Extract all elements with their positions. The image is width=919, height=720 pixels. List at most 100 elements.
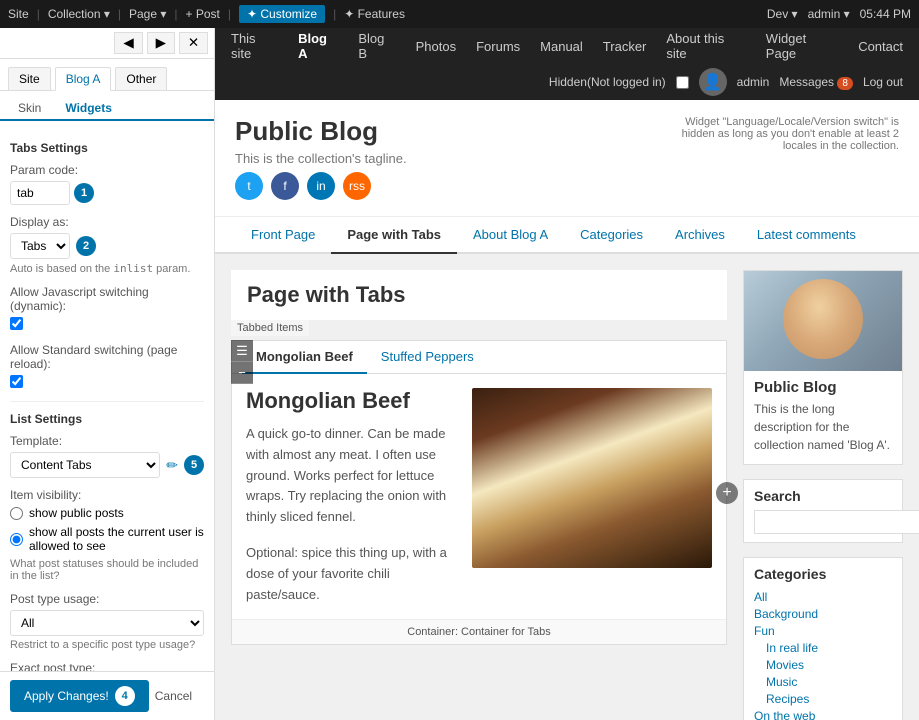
site-nav: This site Blog A Blog B Photos Forums Ma…: [215, 28, 919, 64]
recipe-image: [472, 388, 712, 568]
overlay-edit-icon[interactable]: ☰: [231, 340, 253, 362]
std-switch-field: Allow Standard switching (page reload):: [10, 343, 204, 391]
template-edit-icon[interactable]: ✏: [166, 457, 178, 474]
nav-manual[interactable]: Manual: [540, 39, 583, 54]
std-switch-checkbox[interactable]: [10, 375, 23, 388]
badge-4: 4: [115, 686, 135, 706]
facebook-icon[interactable]: f: [271, 172, 299, 200]
post-type-label: Post type usage:: [10, 592, 204, 606]
twitter-icon[interactable]: t: [235, 172, 263, 200]
tabs-widget-wrapper: Tabbed Items ☰ − Mongolian Beef Stuffed …: [231, 340, 727, 645]
widgets-tab[interactable]: Widgets: [55, 97, 122, 121]
apply-changes-button[interactable]: Apply Changes! 4: [10, 680, 149, 712]
blog-header: Public Blog This is the collection's tag…: [215, 100, 919, 217]
skin-tab[interactable]: Skin: [8, 97, 51, 119]
cat-fun[interactable]: Fun: [754, 624, 892, 638]
js-switch-checkbox[interactable]: [10, 317, 23, 330]
customize-link[interactable]: ✦ Customize: [239, 5, 325, 23]
overlay-controls: ☰ −: [231, 340, 253, 384]
nav-photos[interactable]: Photos: [416, 39, 456, 54]
cat-movies[interactable]: Movies: [754, 658, 892, 672]
template-label: Template:: [10, 434, 204, 448]
nav-forward-button[interactable]: ▶: [147, 32, 175, 54]
nav-archives[interactable]: Archives: [659, 217, 741, 254]
add-widget-icon[interactable]: +: [716, 482, 738, 504]
blog-title: Public Blog: [235, 116, 407, 147]
nav-forums[interactable]: Forums: [476, 39, 520, 54]
all-posts-label: show all posts the current user is allow…: [29, 525, 204, 553]
blog-nav: Front Page Page with Tabs About Blog A C…: [215, 217, 919, 254]
other-tab[interactable]: Other: [115, 67, 167, 90]
search-input[interactable]: [754, 510, 919, 534]
sidebar-footer: Apply Changes! 4 Cancel: [0, 671, 214, 720]
cat-recipes[interactable]: Recipes: [754, 692, 892, 706]
display-as-label: Display as:: [10, 215, 204, 229]
cat-music[interactable]: Music: [754, 675, 892, 689]
nav-this-site[interactable]: This site: [231, 31, 278, 61]
template-select[interactable]: Content Tabs: [10, 452, 160, 478]
recipe-desc-1: A quick go-to dinner. Can be made with a…: [246, 424, 458, 528]
nav-page-with-tabs[interactable]: Page with Tabs: [331, 217, 457, 254]
recipe-desc-2: Optional: spice this thing up, with a do…: [246, 543, 458, 605]
categories-title: Categories: [754, 566, 892, 582]
badge-1: 1: [74, 183, 94, 203]
nav-contact[interactable]: Contact: [858, 39, 903, 54]
admin-link[interactable]: admin: [737, 75, 770, 89]
collection-menu[interactable]: Collection ▾: [48, 7, 110, 21]
cat-in-real-life[interactable]: In real life: [754, 641, 892, 655]
page-title-area: Page with Tabs: [231, 270, 727, 320]
rss-icon[interactable]: rss: [343, 172, 371, 200]
param-code-input[interactable]: [10, 181, 70, 205]
messages-badge: 8: [837, 77, 853, 90]
main-content: This site Blog A Blog B Photos Forums Ma…: [215, 28, 919, 720]
admin-menu[interactable]: admin ▾: [808, 7, 850, 21]
search-row: Search: [754, 510, 892, 534]
nav-widget-page[interactable]: Widget Page: [766, 31, 838, 61]
features-link[interactable]: ✦ Features: [344, 7, 405, 21]
nav-latest-comments[interactable]: Latest comments: [741, 217, 872, 254]
nav-back-button[interactable]: ◀: [114, 32, 142, 54]
overlay-minus-icon[interactable]: −: [231, 362, 253, 384]
cat-all[interactable]: All: [754, 590, 892, 604]
nav-tracker[interactable]: Tracker: [603, 39, 647, 54]
admin-time: 05:44 PM: [860, 7, 911, 21]
tabs-header: Mongolian Beef Stuffed Peppers: [232, 341, 726, 374]
all-posts-radio[interactable]: [10, 533, 23, 546]
categories-widget: Categories All Background Fun In real li…: [743, 557, 903, 720]
tab-stuffed-peppers[interactable]: Stuffed Peppers: [367, 341, 488, 374]
recipe-title: Mongolian Beef: [246, 388, 458, 414]
close-button[interactable]: ✕: [179, 32, 208, 54]
js-switch-label: Allow Javascript switching (dynamic):: [10, 285, 204, 313]
logout-link[interactable]: Log out: [863, 75, 903, 89]
type-tabs: Skin Widgets: [0, 91, 214, 121]
post-type-field: Post type usage: All Restrict to a speci…: [10, 592, 204, 651]
cat-on-the-web[interactable]: On the web: [754, 709, 892, 720]
nav-categories[interactable]: Categories: [564, 217, 659, 254]
display-as-hint: Auto is based on the inlist param.: [10, 262, 204, 275]
nav-blog-b[interactable]: Blog B: [358, 31, 395, 61]
search-widget: Search Search: [743, 479, 903, 543]
cancel-button[interactable]: Cancel: [155, 689, 192, 703]
nav-about[interactable]: About this site: [666, 31, 745, 61]
bloga-tab[interactable]: Blog A: [55, 67, 112, 91]
site-link[interactable]: Site: [8, 7, 29, 21]
dev-menu[interactable]: Dev ▾: [767, 7, 798, 21]
main-column: Page with Tabs Tabbed Items ☰ − Mongolia…: [231, 270, 727, 720]
hidden-toggle[interactable]: [676, 76, 689, 89]
page-menu[interactable]: Page ▾: [129, 7, 166, 21]
nav-blog-a[interactable]: Blog A: [298, 31, 338, 61]
cat-background[interactable]: Background: [754, 607, 892, 621]
post-type-select[interactable]: All: [10, 610, 204, 636]
list-settings-title: List settings: [10, 412, 204, 426]
linkedin-icon[interactable]: in: [307, 172, 335, 200]
public-posts-radio[interactable]: [10, 507, 23, 520]
nav-front-page[interactable]: Front Page: [235, 217, 331, 254]
post-link[interactable]: + Post: [186, 7, 220, 21]
display-as-select[interactable]: Tabs: [10, 233, 70, 259]
site-tab[interactable]: Site: [8, 67, 51, 90]
template-field: Template: Content Tabs ✏ 5: [10, 434, 204, 478]
nav-about-blog-a[interactable]: About Blog A: [457, 217, 564, 254]
tab-mongolian-beef[interactable]: Mongolian Beef: [242, 341, 367, 374]
messages-label: Messages 8: [779, 75, 853, 89]
param-code-label: Param code:: [10, 163, 204, 177]
